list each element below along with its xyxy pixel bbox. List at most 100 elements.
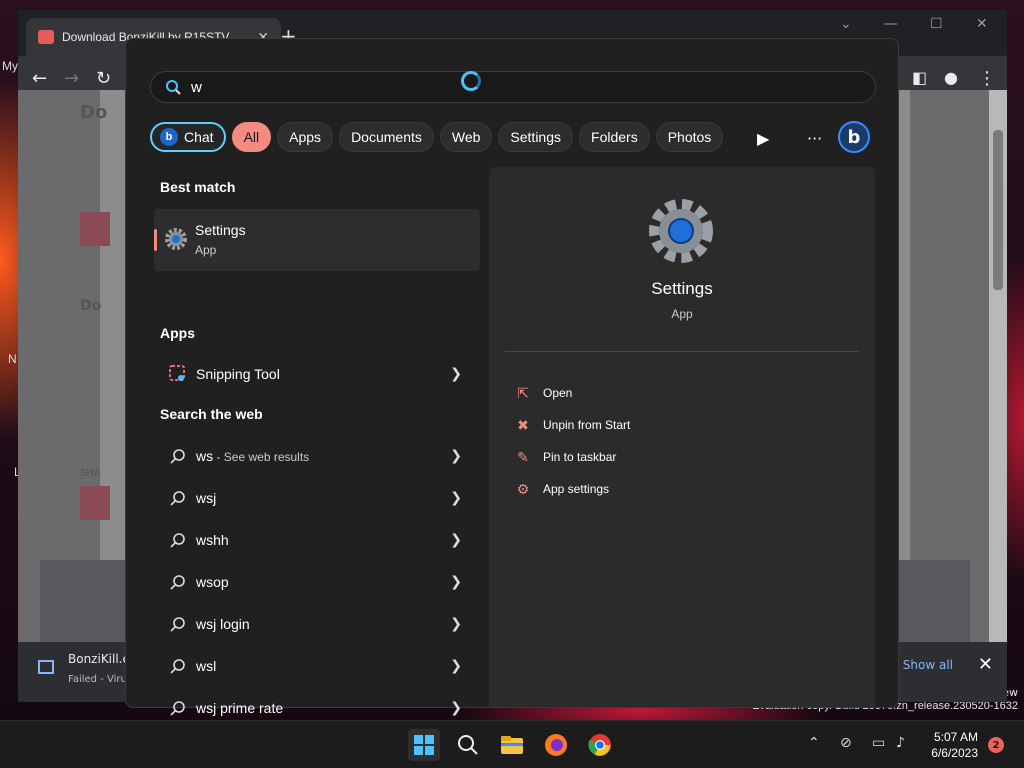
web-result[interactable]: wsl ❯ [154, 647, 470, 685]
chrome-button[interactable] [584, 729, 616, 761]
detail-divider [505, 351, 859, 352]
filter-web[interactable]: Web [439, 122, 493, 152]
menu-icon[interactable]: ⋮ [978, 68, 996, 89]
web-result[interactable]: wsj login ❯ [154, 605, 470, 643]
chevron-right-icon: ❯ [450, 448, 462, 464]
web-search-icon [166, 616, 190, 632]
action-app-settings[interactable]: ⚙ App settings [515, 477, 609, 501]
action-open[interactable]: ⇱ Open [515, 381, 572, 405]
back-icon[interactable]: ← [32, 68, 47, 89]
download-status: Failed - Virus [68, 674, 133, 685]
web-search-icon [166, 658, 190, 674]
search-input[interactable] [191, 78, 791, 96]
firefox-button[interactable] [540, 729, 572, 761]
profile-icon[interactable]: ● [944, 68, 958, 87]
search-filters: b Chat All Apps Documents Web Settings F… [150, 121, 724, 153]
display-icon[interactable]: ▭ [872, 735, 885, 751]
loading-spinner-icon [461, 71, 481, 91]
folder-icon [501, 736, 523, 754]
gear-icon: ⚙ [516, 480, 530, 497]
volume-icon[interactable]: ♪ [896, 735, 905, 751]
reload-icon[interactable]: ↻ [96, 68, 111, 89]
filters-next-icon[interactable]: ▶ [757, 129, 769, 148]
chevron-right-icon: ❯ [450, 658, 462, 674]
download-file-icon [38, 660, 54, 674]
web-search-icon [166, 448, 190, 464]
action-unpin-from-start[interactable]: ✖ Unpin from Start [515, 413, 630, 437]
detail-subtitle: App [671, 307, 693, 321]
start-button[interactable] [408, 729, 440, 761]
network-off-icon[interactable]: ⊘ [840, 735, 852, 751]
show-hidden-icons-icon[interactable]: ⌃ [808, 735, 820, 751]
minimize-icon[interactable]: — [884, 16, 898, 32]
page-scrollbar[interactable] [989, 90, 1007, 642]
file-explorer-button[interactable] [496, 729, 528, 761]
web-result[interactable]: wsj ❯ [154, 479, 470, 517]
action-open-label: Open [543, 386, 573, 400]
search-icon [166, 80, 181, 95]
windows-logo-icon [414, 735, 434, 755]
desktop-label-my: My [2, 59, 18, 73]
filter-apps[interactable]: Apps [277, 122, 334, 152]
web-result-term: ws [196, 448, 214, 464]
web-search-icon [166, 490, 190, 506]
filter-all[interactable]: All [231, 122, 272, 152]
web-result-ws[interactable]: ws - See web results ❯ [154, 437, 470, 475]
taskbar-search-button[interactable] [452, 729, 484, 761]
firefox-icon [545, 734, 567, 756]
bing-chat-icon: b [160, 128, 178, 146]
download-bar-close-icon[interactable]: ✕ [978, 654, 993, 675]
desktop-label-n: N [8, 352, 17, 366]
search-box[interactable] [150, 71, 876, 103]
scrollbar-thumb[interactable] [993, 130, 1003, 290]
best-match-item[interactable]: Settings App [154, 209, 480, 271]
page-heading-1: Do [80, 102, 108, 123]
web-result[interactable]: wshh ❯ [154, 521, 470, 559]
app-result-snipping-tool[interactable]: Snipping Tool ❯ [154, 355, 470, 393]
download-file-name[interactable]: BonziKill.e [68, 652, 130, 666]
unpin-icon: ✖ [517, 416, 529, 433]
bing-icon[interactable]: b [838, 121, 870, 153]
show-all-link[interactable]: Show all [903, 658, 953, 672]
filter-chat[interactable]: b Chat [150, 122, 226, 152]
page-button-2[interactable] [80, 486, 110, 520]
chrome-icon [588, 734, 611, 756]
tab-search-icon[interactable]: ⌄ [840, 16, 852, 32]
filter-documents[interactable]: Documents [339, 122, 434, 152]
taskbar: ⌃ ⊘ ▭ ♪ 5:07 AM 6/6/2023 2 [0, 720, 1024, 768]
tab-favicon-icon [38, 30, 54, 44]
open-external-icon: ⇱ [517, 384, 529, 401]
web-search-icon [166, 574, 190, 590]
chevron-right-icon: ❯ [450, 700, 462, 716]
forward-icon[interactable]: → [64, 68, 79, 89]
page-button-1[interactable] [80, 212, 110, 246]
more-options-icon[interactable]: ··· [807, 129, 822, 148]
web-result-label: wshh [196, 532, 229, 548]
chevron-right-icon: ❯ [450, 616, 462, 632]
detail-pane: Settings App ⇱ Open ✖ Unpin from Start ✎… [489, 167, 875, 707]
chevron-right-icon: ❯ [450, 490, 462, 506]
filter-chat-label: Chat [184, 129, 214, 145]
web-result-label: ws - See web results [196, 448, 450, 464]
detail-title: Settings [651, 279, 713, 298]
settings-gear-icon [164, 227, 188, 255]
web-result-label: wsj prime rate [196, 700, 284, 716]
maximize-icon[interactable]: ☐ [930, 16, 943, 32]
clock-date: 6/6/2023 [931, 746, 978, 760]
web-result-label: wsl [196, 658, 217, 674]
clock[interactable]: 5:07 AM 6/6/2023 [931, 729, 978, 761]
sidepanel-icon[interactable]: ◧ [912, 68, 927, 87]
search-icon [458, 735, 478, 755]
web-result-suffix: - See web results [213, 450, 310, 464]
action-pin-to-taskbar[interactable]: ✎ Pin to taskbar [515, 445, 616, 469]
filter-settings[interactable]: Settings [498, 122, 574, 152]
page-heading-3: SHA [80, 468, 101, 479]
window-close-icon[interactable]: ✕ [976, 16, 988, 32]
search-panel: b Chat All Apps Documents Web Settings F… [125, 38, 899, 716]
action-pin-label: Pin to taskbar [543, 450, 617, 464]
filter-folders[interactable]: Folders [579, 122, 650, 152]
filter-photos[interactable]: Photos [655, 122, 724, 152]
notification-badge[interactable]: 2 [988, 737, 1004, 753]
web-result[interactable]: wsop ❯ [154, 563, 470, 601]
app-result-label: Snipping Tool [196, 366, 280, 382]
